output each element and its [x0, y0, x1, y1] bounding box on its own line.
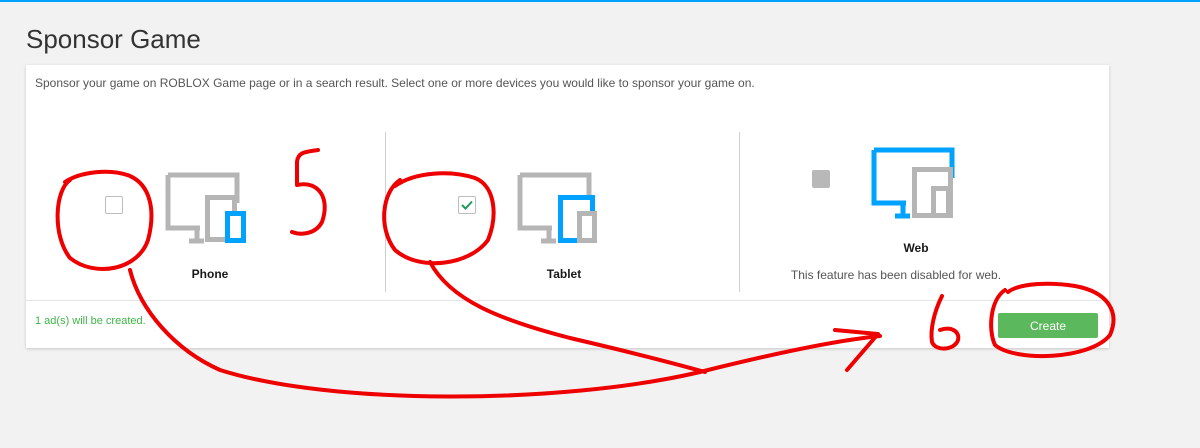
footer-divider: [26, 300, 1109, 301]
phone-checkbox[interactable]: [105, 196, 123, 214]
phone-label: Phone: [191, 267, 229, 281]
top-accent-line: [0, 0, 1200, 2]
web-device-icon: [871, 147, 955, 219]
ad-count-text: 1 ad(s) will be created.: [35, 315, 146, 327]
column-divider: [739, 132, 740, 292]
column-divider: [385, 132, 386, 292]
tablet-device-icon: [517, 172, 597, 244]
phone-device-icon: [165, 172, 246, 244]
web-disabled-note: This feature has been disabled for web.: [790, 268, 1002, 282]
sponsor-description: Sponsor your game on ROBLOX Game page or…: [35, 76, 755, 90]
sponsor-card: Sponsor your game on ROBLOX Game page or…: [26, 65, 1109, 348]
tablet-checkbox[interactable]: [458, 196, 476, 214]
web-label: Web: [903, 241, 929, 255]
tablet-label: Tablet: [546, 267, 582, 281]
web-checkbox[interactable]: [812, 170, 830, 188]
create-button[interactable]: Create: [998, 313, 1098, 338]
page-title: Sponsor Game: [26, 24, 201, 54]
checkmark-icon: [461, 200, 473, 210]
